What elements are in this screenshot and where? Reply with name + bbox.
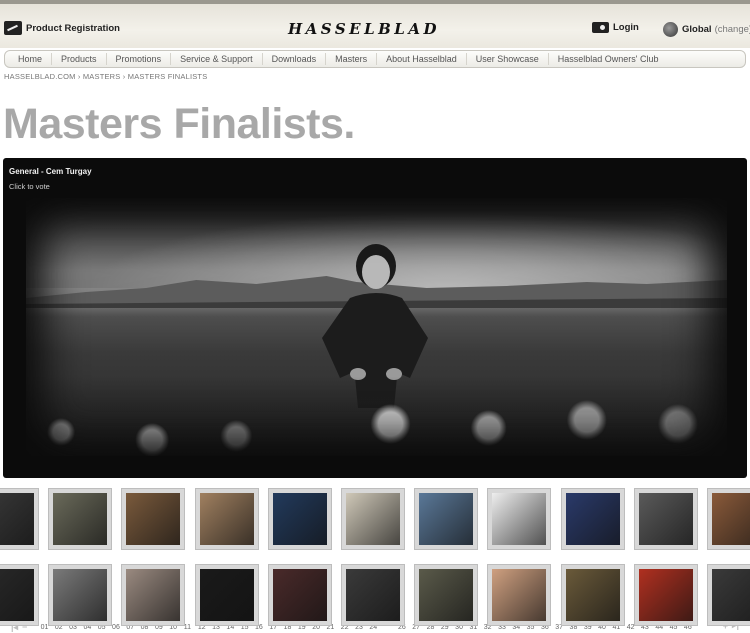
page-title: Masters Finalists.: [3, 100, 355, 148]
hasselblad-logo[interactable]: HASSELBLAD: [288, 20, 440, 38]
nav-products[interactable]: Products: [52, 53, 107, 65]
region-selector[interactable]: Global (change): [663, 22, 750, 37]
thumbnail-image: [199, 493, 254, 545]
thumbnail-image: [712, 569, 750, 621]
thumbnail[interactable]: [633, 488, 698, 550]
thumbnail-image: [346, 493, 400, 545]
thumbnail[interactable]: [560, 564, 625, 626]
thumbnail[interactable]: [121, 488, 186, 550]
photo-vignette: [26, 198, 727, 456]
thumbnail[interactable]: [487, 564, 552, 626]
product-registration-label: Product Registration: [26, 22, 120, 34]
nav-promotions[interactable]: Promotions: [107, 53, 172, 65]
thumbnail-image: [53, 569, 108, 621]
featured-photo[interactable]: [26, 198, 727, 456]
thumbnail-image: [126, 569, 181, 621]
nav-service-support[interactable]: Service & Support: [171, 53, 263, 65]
nav-masters[interactable]: Masters: [326, 53, 378, 65]
thumbnail-image: [565, 569, 620, 621]
thumbnail[interactable]: [707, 488, 750, 550]
thumbnail-image: [0, 493, 34, 545]
globe-icon: [663, 22, 678, 37]
key-icon: [592, 22, 609, 33]
thumbnail[interactable]: [414, 488, 479, 550]
thumbnail-image: [0, 569, 34, 621]
thumbnail-image: [272, 493, 327, 545]
nav-user-showcase[interactable]: User Showcase: [467, 53, 549, 65]
thumbnail[interactable]: [121, 564, 186, 626]
thumbnail-image: [492, 569, 547, 621]
thumbnail-image: [638, 493, 693, 545]
thumbnail-image: [419, 569, 474, 621]
thumbnail-image: [126, 493, 181, 545]
vote-link[interactable]: Click to vote: [9, 182, 50, 191]
change-region-link[interactable]: (change): [715, 24, 750, 35]
thumbnail-image: [419, 493, 474, 545]
thumbnail-strip: [0, 486, 750, 633]
product-registration-icon: [4, 21, 22, 35]
breadcrumb[interactable]: HASSELBLAD.COM › MASTERS › MASTERS FINAL…: [4, 72, 207, 81]
thumbnail-image: [565, 493, 620, 545]
site-header: Product Registration HASSELBLAD Login Gl…: [0, 0, 750, 48]
thumbnail[interactable]: [633, 564, 698, 626]
product-registration-link[interactable]: Product Registration: [4, 19, 120, 37]
photo-caption: General - Cem Turgay: [9, 167, 92, 176]
thumbnail-image: [346, 569, 400, 621]
thumbnail-image: [272, 569, 327, 621]
thumbnail[interactable]: [487, 488, 552, 550]
main-nav: Home Products Promotions Service & Suppo…: [4, 50, 746, 68]
thumbnail-image: [712, 493, 750, 545]
thumbnail[interactable]: [48, 488, 113, 550]
thumbnail[interactable]: [341, 564, 405, 626]
thumbnail[interactable]: [0, 564, 39, 626]
thumbnail[interactable]: [48, 564, 113, 626]
nav-owners-club[interactable]: Hasselblad Owners' Club: [549, 53, 668, 65]
thumbnail-image: [53, 493, 108, 545]
thumbnail[interactable]: [0, 488, 39, 550]
nav-about[interactable]: About Hasselblad: [377, 53, 467, 65]
thumbnail[interactable]: [414, 564, 479, 626]
thumbnail[interactable]: [194, 488, 259, 550]
login-link[interactable]: Login: [592, 22, 639, 33]
thumbnail[interactable]: [194, 564, 259, 626]
login-label: Login: [613, 22, 639, 33]
nav-home[interactable]: Home: [5, 53, 53, 65]
thumbnail-image: [638, 569, 693, 621]
thumbnail[interactable]: [560, 488, 625, 550]
thumbnail-image: [492, 493, 547, 545]
region-label: Global: [682, 24, 712, 35]
thumbnail[interactable]: [707, 564, 750, 626]
thumbnail[interactable]: [341, 488, 405, 550]
thumbnail-image: [199, 569, 254, 621]
image-viewer: General - Cem Turgay Click to vote |◂ − …: [3, 158, 747, 632]
nav-downloads[interactable]: Downloads: [263, 53, 327, 65]
thumbnail[interactable]: [267, 488, 332, 550]
thumbnail[interactable]: [267, 564, 332, 626]
